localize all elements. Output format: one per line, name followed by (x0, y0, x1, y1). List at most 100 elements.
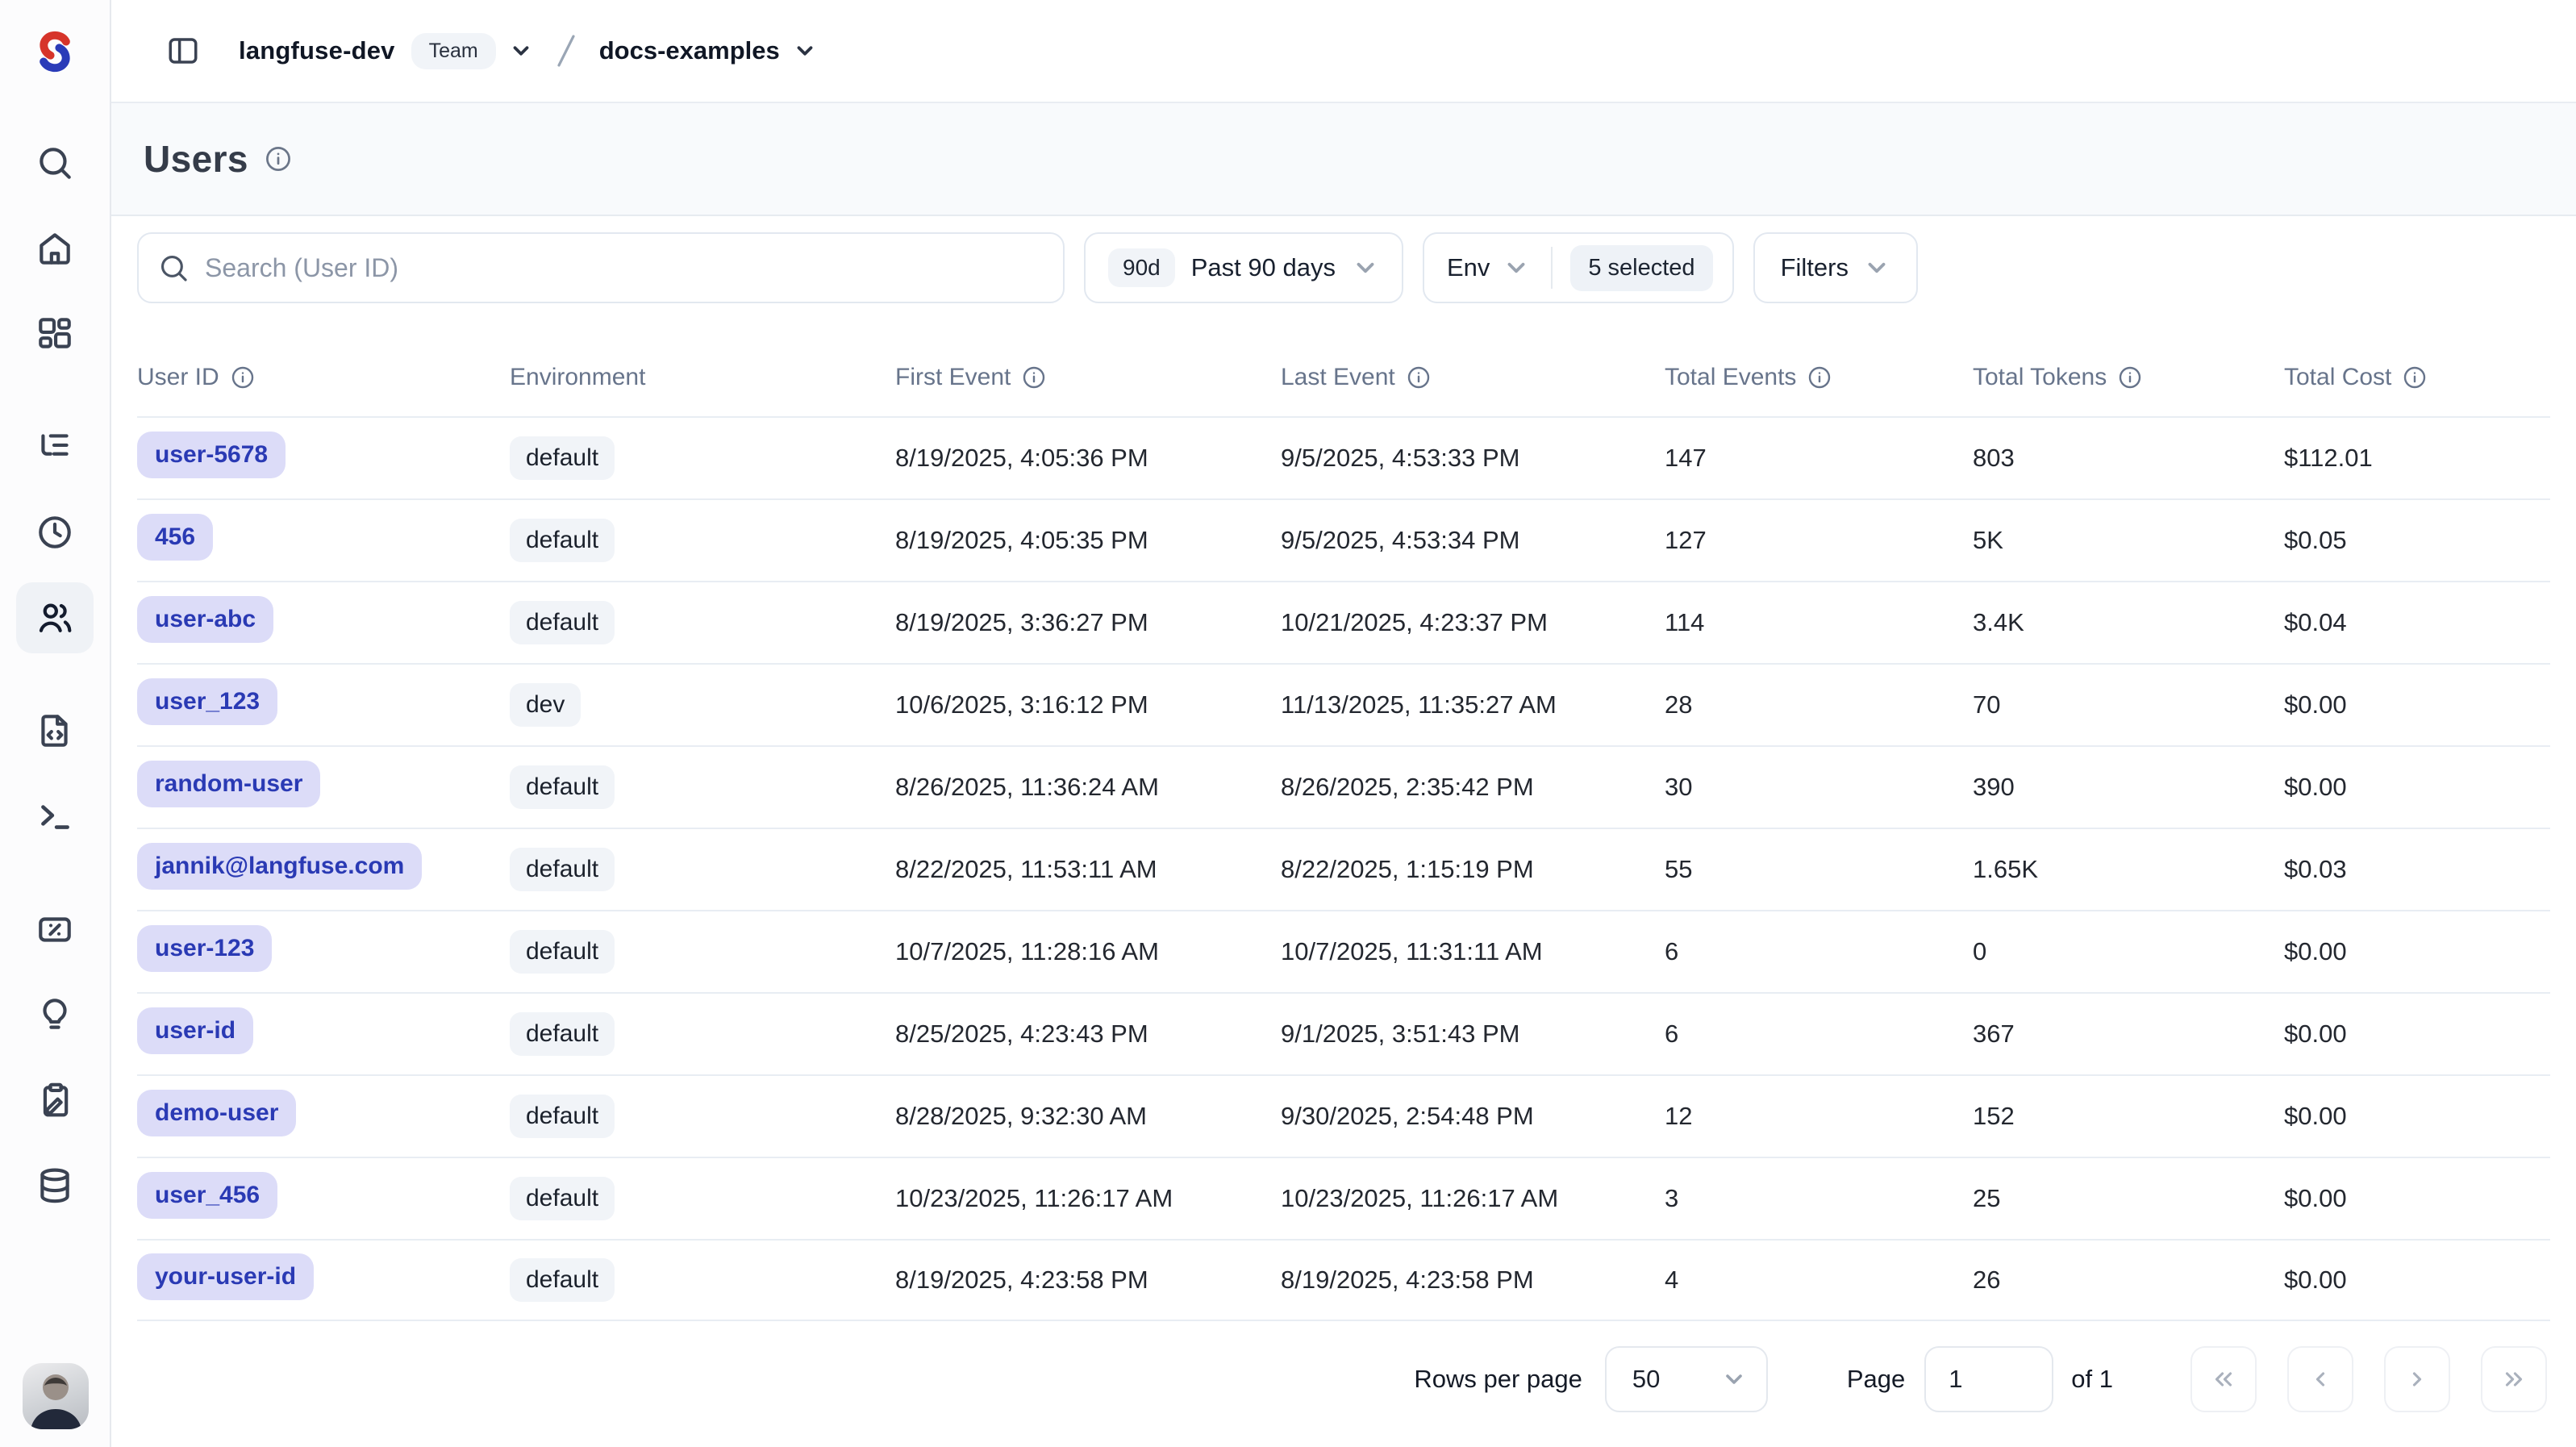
user-id-badge[interactable]: user_123 (137, 678, 277, 725)
breadcrumb-separator (556, 33, 577, 69)
page-title-info-icon[interactable] (265, 145, 292, 173)
total-cost-cell: $112.01 (2284, 444, 2550, 473)
column-header[interactable]: Total Tokens (1973, 364, 2284, 391)
user-id-badge[interactable]: user_456 (137, 1172, 277, 1219)
page-number-input[interactable] (1924, 1346, 2053, 1412)
table-row[interactable]: jannik@langfuse.com default 8/22/2025, 1… (137, 828, 2550, 910)
environment-filter-button[interactable]: Env 5 selected (1423, 232, 1734, 303)
user-id-badge[interactable]: your-user-id (137, 1253, 314, 1300)
last-event-cell: 10/7/2025, 11:31:11 AM (1281, 937, 1665, 966)
sidebar (0, 0, 111, 1447)
first-page-button[interactable] (2190, 1346, 2257, 1412)
environment-badge: dev (510, 683, 581, 727)
sidebar-item-users[interactable] (16, 582, 94, 653)
langfuse-logo[interactable] (0, 0, 110, 103)
user-id-badge[interactable]: 456 (137, 514, 213, 561)
column-info-icon[interactable] (1807, 365, 1832, 390)
user-id-badge[interactable]: jannik@langfuse.com (137, 843, 422, 890)
previous-page-button[interactable] (2287, 1346, 2353, 1412)
filters-label: Filters (1781, 253, 1849, 282)
table-row[interactable]: user_123 dev 10/6/2025, 3:16:12 PM 11/13… (137, 663, 2550, 745)
table-row[interactable]: 456 default 8/19/2025, 4:05:35 PM 9/5/20… (137, 498, 2550, 581)
breadcrumb-org[interactable]: langfuse-dev (239, 36, 395, 65)
column-info-icon[interactable] (1407, 365, 1431, 390)
page-count-label: of 1 (2071, 1365, 2113, 1394)
last-event-cell: 9/30/2025, 2:54:48 PM (1281, 1102, 1665, 1131)
total-cost-cell: $0.00 (2284, 1184, 2550, 1213)
user-id-badge[interactable]: user-id (137, 1007, 253, 1054)
user-id-badge[interactable]: user-123 (137, 925, 272, 972)
next-page-button[interactable] (2384, 1346, 2450, 1412)
lightbulb-icon (35, 995, 75, 1035)
sidebar-item-evaluators[interactable] (16, 979, 94, 1050)
environment-badge: default (510, 436, 615, 480)
column-info-icon[interactable] (2118, 365, 2142, 390)
environment-badge: default (510, 930, 615, 974)
total-cost-cell: $0.00 (2284, 937, 2550, 966)
app-root: langfuse-dev Team docs-examples Users (0, 0, 2576, 1447)
breadcrumb-project[interactable]: docs-examples (599, 36, 780, 65)
total-cost-cell: $0.00 (2284, 690, 2550, 719)
first-event-cell: 10/7/2025, 11:28:16 AM (895, 937, 1281, 966)
column-info-icon[interactable] (2403, 365, 2427, 390)
sidebar-item-dashboards[interactable] (16, 298, 94, 369)
project-chevron-down-icon[interactable] (793, 39, 817, 63)
table-row[interactable]: demo-user default 8/28/2025, 9:32:30 AM … (137, 1074, 2550, 1157)
chevron-left-icon (2307, 1366, 2334, 1393)
sidebar-item-annotation[interactable] (16, 1065, 94, 1136)
column-info-icon[interactable] (1022, 365, 1046, 390)
user-id-badge[interactable]: random-user (137, 761, 320, 807)
sidebar-item-datasets[interactable] (16, 1150, 94, 1221)
table-row[interactable]: your-user-id default 8/19/2025, 4:23:58 … (137, 1239, 2550, 1321)
environment-label: Env (1447, 253, 1490, 282)
filters-button[interactable]: Filters (1753, 232, 1918, 303)
date-range-button[interactable]: 90d Past 90 days (1084, 232, 1403, 303)
sidebar-item-home[interactable] (16, 213, 94, 284)
total-cost-cell: $0.03 (2284, 855, 2550, 884)
sidebar-item-prompts[interactable] (16, 695, 94, 766)
last-page-button[interactable] (2481, 1346, 2547, 1412)
column-header[interactable]: Total Events (1665, 364, 1973, 391)
table-row[interactable]: user-abc default 8/19/2025, 3:36:27 PM 1… (137, 581, 2550, 663)
first-event-cell: 8/19/2025, 3:36:27 PM (895, 608, 1281, 637)
table-row[interactable]: user-id default 8/25/2025, 4:23:43 PM 9/… (137, 992, 2550, 1074)
table-row[interactable]: user-123 default 10/7/2025, 11:28:16 AM … (137, 910, 2550, 992)
org-chevron-down-icon[interactable] (509, 39, 533, 63)
user-id-badge[interactable]: user-abc (137, 596, 273, 643)
sidebar-toggle-button[interactable] (160, 27, 206, 74)
total-tokens-cell: 26 (1973, 1266, 2284, 1295)
environment-badge: default (510, 519, 615, 562)
database-icon (35, 1166, 75, 1206)
column-header-label: Total Cost (2284, 364, 2391, 391)
user-id-badge[interactable]: user-5678 (137, 432, 286, 478)
column-header[interactable]: Environment (510, 364, 895, 391)
search-input[interactable] (205, 253, 1044, 283)
table-row[interactable]: random-user default 8/26/2025, 11:36:24 … (137, 745, 2550, 828)
sidebar-item-playground[interactable] (16, 781, 94, 852)
column-info-icon[interactable] (231, 365, 255, 390)
sidebar-item-sessions[interactable] (16, 497, 94, 568)
sidebar-item-scores[interactable] (16, 894, 94, 965)
column-header[interactable]: Total Cost (2284, 364, 2550, 391)
last-event-cell: 10/21/2025, 4:23:37 PM (1281, 608, 1665, 637)
first-event-cell: 8/22/2025, 11:53:11 AM (895, 855, 1281, 884)
sidebar-item-tracing[interactable] (16, 411, 94, 482)
rows-per-page-select[interactable]: 50 (1605, 1346, 1768, 1412)
user-avatar[interactable] (23, 1363, 89, 1429)
column-header-label: User ID (137, 364, 219, 391)
last-event-cell: 8/26/2025, 2:35:42 PM (1281, 773, 1665, 802)
table-row[interactable]: user-5678 default 8/19/2025, 4:05:36 PM … (137, 416, 2550, 498)
user-id-badge[interactable]: demo-user (137, 1090, 296, 1136)
dashboard-grid-icon (35, 314, 75, 354)
total-tokens-cell: 367 (1973, 1020, 2284, 1049)
column-header[interactable]: User ID (137, 364, 510, 391)
column-header[interactable]: First Event (895, 364, 1281, 391)
sidebar-item-search[interactable] (16, 127, 94, 198)
page-header: Users (111, 103, 2576, 216)
content: 90d Past 90 days Env 5 selected (111, 216, 2576, 1447)
table-header-row: User ID Environment First Event Last Eve… (137, 339, 2550, 416)
total-tokens-cell: 3.4K (1973, 608, 2284, 637)
table-row[interactable]: user_456 default 10/23/2025, 11:26:17 AM… (137, 1157, 2550, 1239)
total-cost-cell: $0.05 (2284, 526, 2550, 555)
column-header[interactable]: Last Event (1281, 364, 1665, 391)
